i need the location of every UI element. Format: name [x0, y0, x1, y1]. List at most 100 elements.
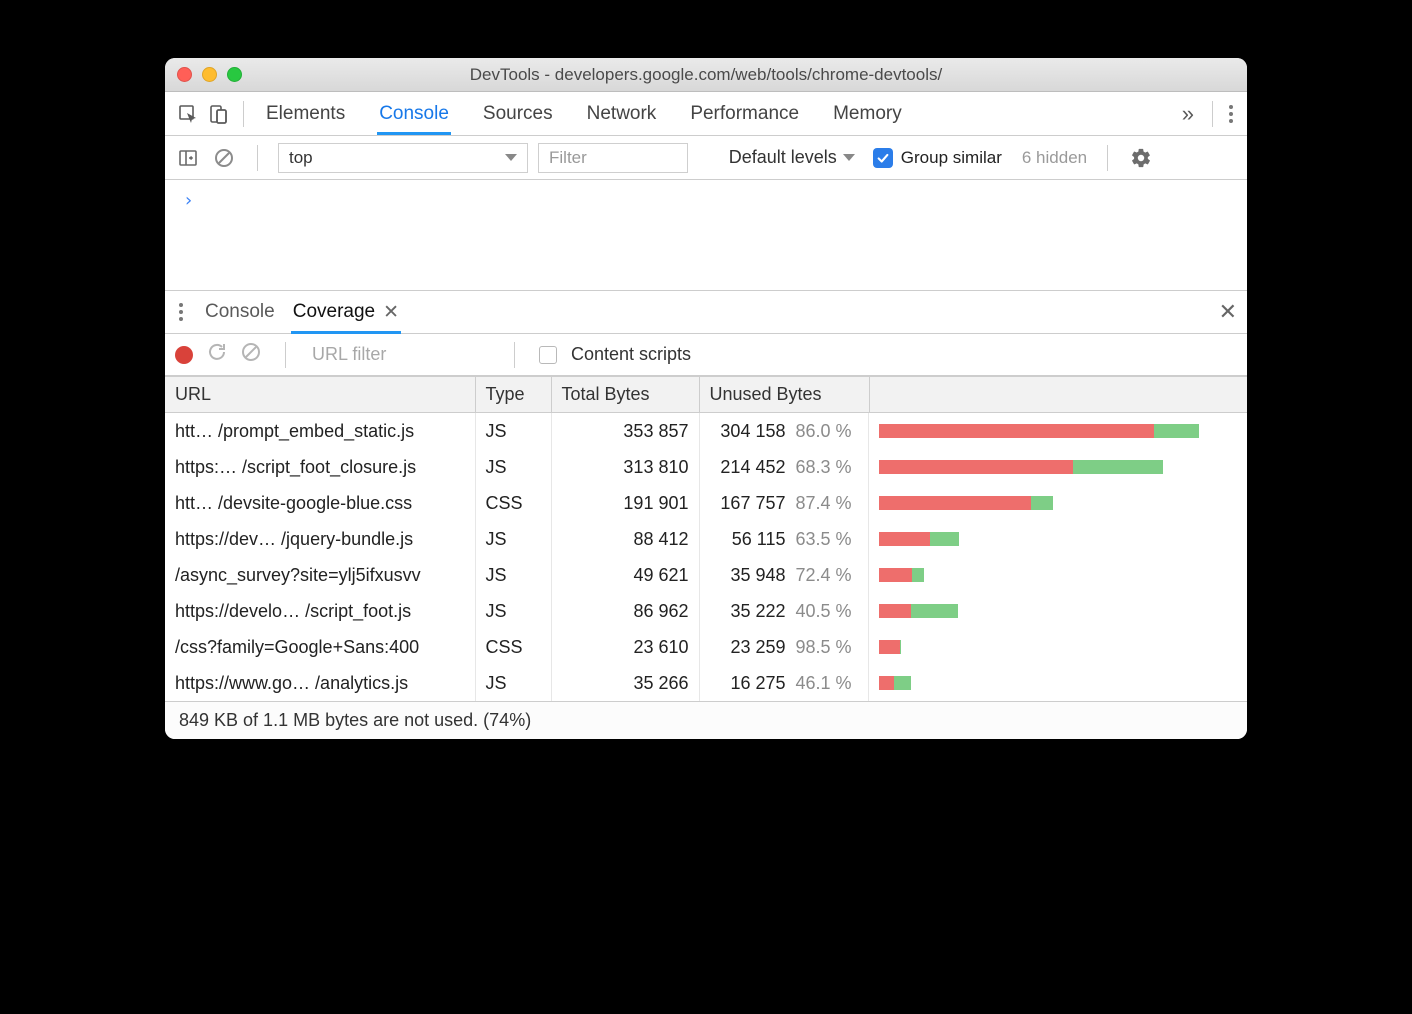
cell-url: https://dev… /jquery-bundle.js — [165, 521, 475, 557]
bar-used — [912, 568, 924, 582]
console-sidebar-toggle-icon[interactable] — [175, 145, 201, 171]
bar-unused — [879, 532, 930, 546]
cell-url: https://www.go… /analytics.js — [165, 665, 475, 701]
clear-coverage-icon[interactable] — [241, 342, 261, 367]
cell-url: htt… /prompt_embed_static.js — [165, 413, 475, 450]
cell-total-bytes: 23 610 — [551, 629, 699, 665]
col-header-type[interactable]: Type — [475, 377, 551, 413]
bar-used — [894, 676, 911, 690]
cell-usage-bar — [869, 485, 1247, 521]
cell-url: https:… /script_foot_closure.js — [165, 449, 475, 485]
close-tab-icon[interactable]: ✕ — [383, 301, 399, 324]
group-similar-toggle[interactable]: Group similar — [873, 148, 1002, 168]
cell-url: https://develo… /script_foot.js — [165, 593, 475, 629]
execution-context-value: top — [289, 148, 313, 168]
separator — [1212, 101, 1213, 127]
cell-unused-bytes: 167 75787.4 % — [700, 485, 870, 521]
cell-total-bytes: 191 901 — [551, 485, 699, 521]
console-toolbar: top Default levels Group similar 6 hidde… — [165, 136, 1247, 180]
device-toolbar-icon[interactable] — [203, 99, 233, 129]
coverage-toolbar: Content scripts — [165, 334, 1247, 376]
window-titlebar: DevTools - developers.google.com/web/too… — [165, 58, 1247, 92]
clear-console-icon[interactable] — [211, 145, 237, 171]
console-body[interactable]: › — [165, 180, 1247, 290]
cell-url: /css?family=Google+Sans:400 — [165, 629, 475, 665]
cell-unused-bytes: 56 11563.5 % — [700, 521, 870, 557]
drawer-tab-console[interactable]: Console — [205, 292, 275, 332]
separator — [243, 101, 244, 127]
cell-total-bytes: 86 962 — [551, 593, 699, 629]
devtools-menu-icon[interactable] — [1223, 105, 1239, 123]
drawer-menu-icon[interactable] — [175, 303, 187, 321]
url-filter-input[interactable] — [310, 340, 490, 369]
cell-type: JS — [475, 593, 551, 629]
coverage-row[interactable]: htt… /devsite-google-blue.cssCSS191 9011… — [165, 485, 1247, 521]
coverage-row[interactable]: https://dev… /jquery-bundle.jsJS88 41256… — [165, 521, 1247, 557]
inspect-element-icon[interactable] — [173, 99, 203, 129]
separator — [257, 145, 258, 171]
bar-unused — [879, 640, 900, 654]
tab-network[interactable]: Network — [587, 94, 657, 134]
content-scripts-checkbox[interactable] — [539, 346, 557, 364]
cell-unused-bytes: 23 25998.5 % — [700, 629, 870, 665]
coverage-row[interactable]: /async_survey?site=ylj5ifxusvvJS49 62135… — [165, 557, 1247, 593]
more-tabs-icon[interactable]: » — [1174, 101, 1202, 127]
bar-unused — [879, 460, 1073, 474]
bar-used — [1154, 424, 1199, 438]
content-scripts-label: Content scripts — [571, 344, 691, 365]
main-tabs: Elements Console Sources Network Perform… — [254, 94, 902, 134]
bar-unused — [879, 568, 912, 582]
separator — [285, 342, 286, 368]
cell-usage-bar — [869, 593, 1247, 629]
tab-memory[interactable]: Memory — [833, 94, 902, 134]
hidden-count[interactable]: 6 hidden — [1022, 148, 1087, 168]
zoom-window-button[interactable] — [227, 67, 242, 82]
bar-used — [1073, 460, 1163, 474]
record-button[interactable] — [175, 346, 193, 364]
console-prompt-icon: › — [183, 190, 194, 211]
console-settings-icon[interactable] — [1128, 145, 1154, 171]
tab-elements[interactable]: Elements — [266, 94, 345, 134]
drawer-close-icon[interactable]: ✕ — [1219, 299, 1237, 325]
bar-unused — [879, 496, 1031, 510]
coverage-footer: 849 KB of 1.1 MB bytes are not used. (74… — [165, 701, 1247, 739]
tab-console[interactable]: Console — [379, 94, 449, 134]
cell-usage-bar — [869, 521, 1247, 557]
tab-sources[interactable]: Sources — [483, 94, 553, 134]
col-header-total[interactable]: Total Bytes — [551, 377, 699, 413]
bar-unused — [879, 676, 894, 690]
close-window-button[interactable] — [177, 67, 192, 82]
separator — [514, 342, 515, 368]
minimize-window-button[interactable] — [202, 67, 217, 82]
cell-url: htt… /devsite-google-blue.css — [165, 485, 475, 521]
cell-usage-bar — [869, 413, 1247, 450]
window-title: DevTools - developers.google.com/web/too… — [165, 65, 1247, 85]
tab-performance[interactable]: Performance — [690, 94, 799, 134]
coverage-row[interactable]: /css?family=Google+Sans:400CSS23 61023 2… — [165, 629, 1247, 665]
bar-used — [911, 604, 958, 618]
cell-usage-bar — [869, 629, 1247, 665]
cell-url: /async_survey?site=ylj5ifxusvv — [165, 557, 475, 593]
console-filter-input[interactable] — [538, 143, 688, 173]
log-levels-select[interactable]: Default levels — [729, 147, 855, 168]
bar-unused — [879, 424, 1154, 438]
col-header-unused[interactable]: Unused Bytes — [699, 377, 869, 413]
execution-context-select[interactable]: top — [278, 143, 528, 173]
cell-total-bytes: 313 810 — [551, 449, 699, 485]
reload-icon[interactable] — [207, 342, 227, 367]
drawer-tab-coverage[interactable]: Coverage ✕ — [293, 292, 399, 333]
coverage-row[interactable]: htt… /prompt_embed_static.jsJS353 857304… — [165, 413, 1247, 450]
drawer-tab-label: Coverage — [293, 301, 375, 323]
coverage-row[interactable]: https://develo… /script_foot.jsJS86 9623… — [165, 593, 1247, 629]
cell-type: CSS — [475, 629, 551, 665]
cell-unused-bytes: 35 22240.5 % — [700, 593, 870, 629]
traffic-lights — [177, 67, 242, 82]
cell-usage-bar — [869, 557, 1247, 593]
col-header-url[interactable]: URL — [165, 377, 475, 413]
coverage-row[interactable]: https:… /script_foot_closure.jsJS313 810… — [165, 449, 1247, 485]
coverage-row[interactable]: https://www.go… /analytics.jsJS35 26616 … — [165, 665, 1247, 701]
separator — [1107, 145, 1108, 171]
coverage-table: URL Type Total Bytes Unused Bytes htt… /… — [165, 376, 1247, 701]
cell-type: JS — [475, 413, 551, 450]
cell-type: CSS — [475, 485, 551, 521]
